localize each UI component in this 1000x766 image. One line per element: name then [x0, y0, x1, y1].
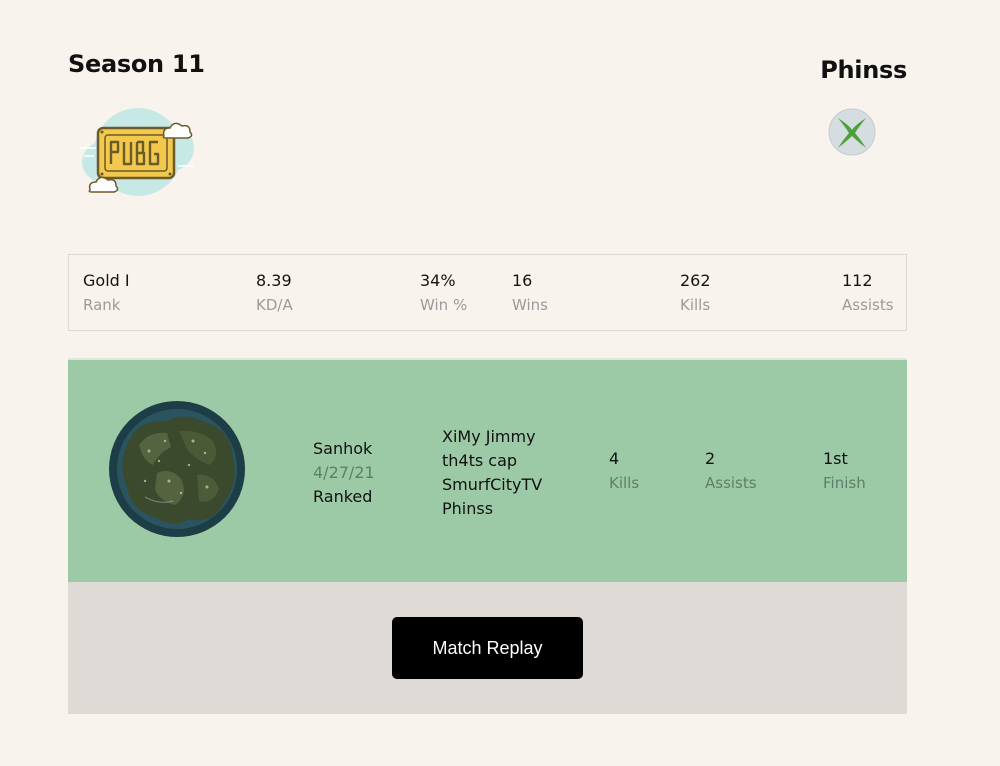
stat-kills: 262 Kills	[680, 271, 711, 314]
team-member: Phinss	[442, 499, 494, 518]
stat-label: Assists	[842, 296, 894, 314]
team-member: SmurfCityTV	[442, 475, 543, 494]
match-mode: Ranked	[313, 487, 373, 506]
stat-label: Win %	[420, 296, 468, 314]
team-list: XiMy Jimmy th4ts cap SmurfCityTV Phinss	[442, 425, 542, 521]
match-stat-label: Finish	[823, 474, 866, 492]
stat-value: 8.39	[256, 271, 292, 290]
match-history-page: Season 11 Phinss Gold I Rank 8.39 KD/A 3…	[0, 0, 1000, 766]
match-stat-value: 2	[705, 449, 716, 468]
match-replay-button[interactable]: Match Replay	[392, 617, 583, 679]
stat-value: Gold I	[83, 271, 130, 290]
season-stats-bar: Gold I Rank 8.39 KD/A 34% Win % 16 Wins …	[68, 254, 907, 331]
pubg-logo-icon	[80, 108, 194, 196]
map-thumbnail	[109, 401, 245, 537]
team-member: XiMy Jimmy	[442, 427, 536, 446]
xbox-icon	[828, 108, 876, 156]
match-stat-finish: 1st Finish	[823, 449, 866, 492]
stat-assists: 112 Assists	[842, 271, 894, 314]
stat-wins: 16 Wins	[512, 271, 548, 314]
match-stat-kills: 4 Kills	[609, 449, 639, 492]
match-stat-value: 1st	[823, 449, 848, 468]
match-info: Sanhok 4/27/21 Ranked	[313, 437, 375, 509]
stat-label: KD/A	[256, 296, 293, 314]
match-card[interactable]: Sanhok 4/27/21 Ranked XiMy Jimmy th4ts c…	[68, 358, 907, 584]
player-name: Phinss	[820, 56, 907, 84]
stat-label: Wins	[512, 296, 548, 314]
stat-rank: Gold I Rank	[83, 271, 130, 314]
stat-value: 262	[680, 271, 711, 290]
team-member: th4ts cap	[442, 451, 518, 470]
stat-label: Kills	[680, 296, 711, 314]
stat-win-percent: 34% Win %	[420, 271, 467, 314]
replay-panel: Match Replay	[68, 582, 907, 714]
season-title: Season 11	[68, 50, 205, 78]
match-stat-label: Kills	[609, 474, 640, 492]
stat-kda: 8.39 KD/A	[256, 271, 293, 314]
match-stat-assists: 2 Assists	[705, 449, 757, 492]
match-date: 4/27/21	[313, 463, 375, 482]
stat-value: 112	[842, 271, 873, 290]
match-stat-value: 4	[609, 449, 620, 468]
map-name: Sanhok	[313, 439, 373, 458]
match-stat-label: Assists	[705, 474, 757, 492]
stat-value: 16	[512, 271, 533, 290]
stat-value: 34%	[420, 271, 456, 290]
stat-label: Rank	[83, 296, 121, 314]
